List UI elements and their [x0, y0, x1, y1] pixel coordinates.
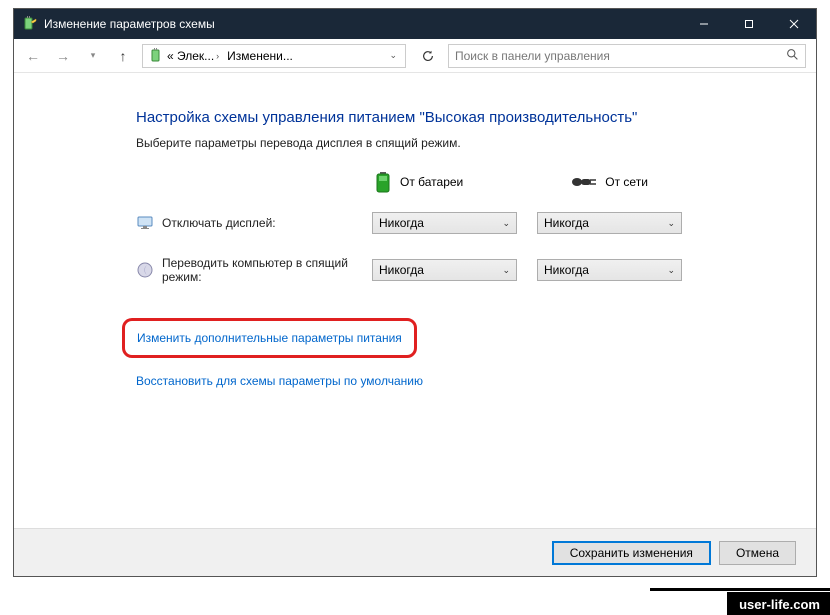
- window: Изменение параметров схемы ← → ▾ ↑ « Эле…: [13, 8, 817, 577]
- control-panel-icon: [149, 48, 165, 64]
- ac-label: От сети: [605, 175, 648, 189]
- watermark: user-life.com: [727, 592, 830, 615]
- sleep-ac-select[interactable]: Никогда⌄: [537, 259, 682, 281]
- battery-icon: [374, 170, 392, 194]
- chevron-right-icon: ›: [216, 51, 219, 61]
- display-off-row: Отключать дисплей: Никогда⌄ Никогда⌄: [136, 212, 816, 234]
- close-button[interactable]: [771, 9, 816, 39]
- save-button[interactable]: Сохранить изменения: [552, 541, 711, 565]
- search-placeholder: Поиск в панели управления: [455, 49, 610, 63]
- sleep-label: Переводить компьютер в спящий режим:: [162, 256, 362, 284]
- breadcrumb-current[interactable]: Изменени...: [223, 49, 297, 63]
- address-dropdown-icon[interactable]: ⌄: [389, 50, 397, 61]
- chevron-down-icon: ⌄: [502, 218, 510, 229]
- breadcrumb-root[interactable]: « Элек... ›: [145, 48, 223, 64]
- app-icon: [22, 16, 38, 32]
- breadcrumb-label: Изменени...: [227, 49, 293, 63]
- advanced-settings-link[interactable]: Изменить дополнительные параметры питани…: [137, 331, 402, 345]
- minimize-button[interactable]: [681, 9, 726, 39]
- back-button[interactable]: ←: [18, 41, 48, 71]
- battery-label: От батареи: [400, 175, 463, 189]
- chevron-down-icon: ⌄: [502, 265, 510, 276]
- highlighted-link-box: Изменить дополнительные параметры питани…: [122, 318, 417, 358]
- search-icon: [786, 48, 799, 64]
- forward-button[interactable]: →: [48, 41, 78, 71]
- sleep-row: Переводить компьютер в спящий режим: Ник…: [136, 256, 816, 284]
- display-off-label: Отключать дисплей:: [162, 216, 362, 230]
- chevron-down-icon: ⌄: [667, 218, 675, 229]
- restore-defaults-link[interactable]: Восстановить для схемы параметры по умол…: [136, 374, 816, 388]
- display-battery-select[interactable]: Никогда⌄: [372, 212, 517, 234]
- window-title: Изменение параметров схемы: [44, 17, 681, 31]
- content-area: Настройка схемы управления питанием "Выс…: [14, 73, 816, 528]
- cancel-button[interactable]: Отмена: [719, 541, 796, 565]
- breadcrumb-label: « Элек...: [167, 49, 214, 63]
- up-button[interactable]: ↑: [108, 41, 138, 71]
- address-bar[interactable]: « Элек... › Изменени... ⌄: [142, 44, 406, 68]
- window-controls: [681, 9, 816, 39]
- page-heading: Настройка схемы управления питанием "Выс…: [136, 109, 816, 126]
- plug-icon: [569, 174, 597, 190]
- monitor-icon: [136, 214, 154, 232]
- sleep-battery-select[interactable]: Никогда⌄: [372, 259, 517, 281]
- display-ac-select[interactable]: Никогда⌄: [537, 212, 682, 234]
- column-headers: От батареи От сети: [374, 170, 816, 194]
- footer: Сохранить изменения Отмена: [14, 528, 816, 576]
- search-input[interactable]: Поиск в панели управления: [448, 44, 806, 68]
- titlebar: Изменение параметров схемы: [14, 9, 816, 39]
- recent-chevron-icon[interactable]: ▾: [78, 41, 108, 71]
- battery-column: От батареи: [374, 170, 463, 194]
- chevron-down-icon: ⌄: [667, 265, 675, 276]
- refresh-button[interactable]: [414, 44, 442, 68]
- watermark-bar: [650, 588, 830, 591]
- ac-column: От сети: [569, 174, 648, 190]
- page-subheading: Выберите параметры перевода дисплея в сп…: [136, 136, 816, 150]
- moon-icon: [136, 261, 154, 279]
- toolbar: ← → ▾ ↑ « Элек... › Изменени... ⌄ Поиск …: [14, 39, 816, 73]
- maximize-button[interactable]: [726, 9, 771, 39]
